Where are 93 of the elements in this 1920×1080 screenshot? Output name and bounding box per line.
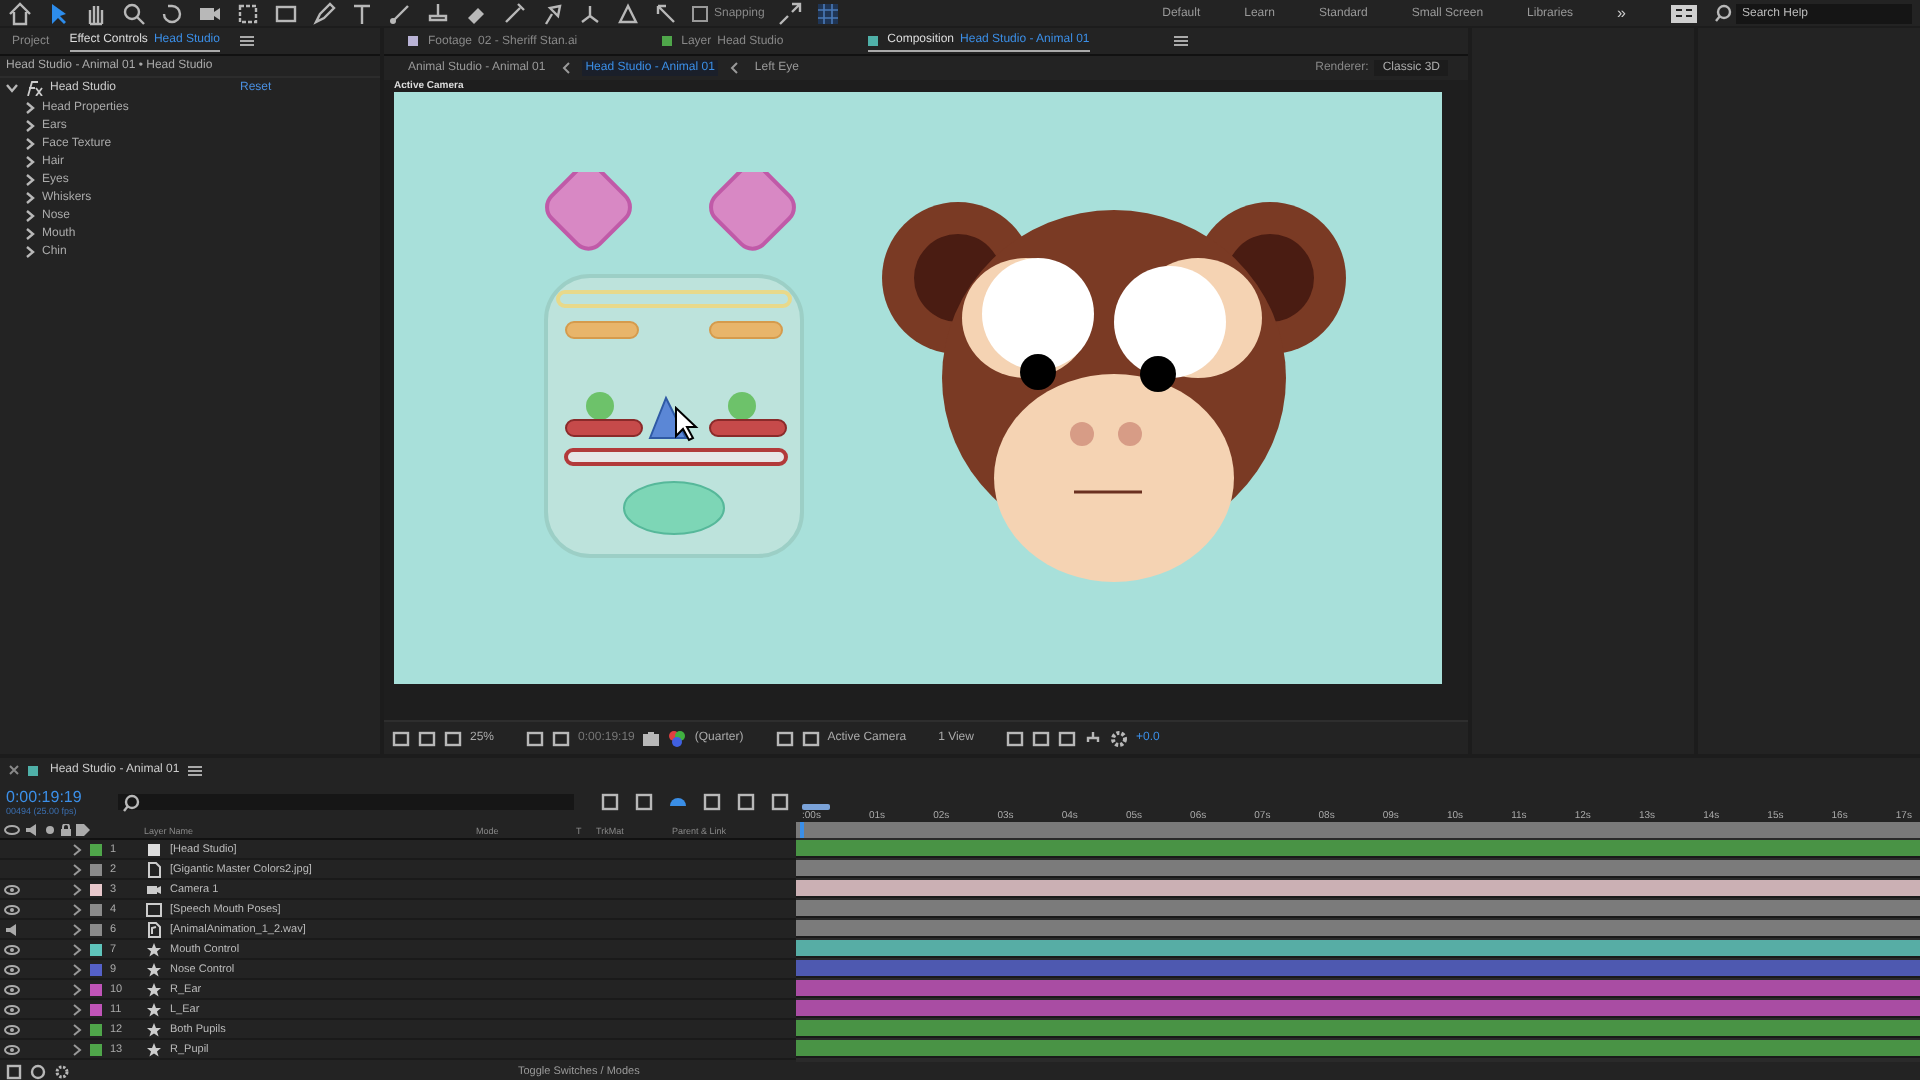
- dashed-square-icon[interactable]: [236, 1, 260, 25]
- dot-icon: [44, 824, 56, 836]
- eye-icon[interactable]: [4, 943, 20, 955]
- caret-right-icon[interactable]: [24, 227, 36, 239]
- caret-right-icon[interactable]: [24, 191, 36, 203]
- label-color-swatch[interactable]: [90, 1023, 102, 1035]
- home-icon[interactable]: [8, 1, 32, 25]
- cursor-icon: [674, 406, 702, 442]
- close-icon[interactable]: [8, 764, 20, 776]
- render-icon[interactable]: [30, 1063, 46, 1079]
- star-icon: [146, 1041, 162, 1057]
- audio-file-icon: [146, 921, 162, 937]
- settings-icon[interactable]: [1109, 729, 1128, 747]
- caret-right-icon[interactable]: [24, 119, 36, 131]
- layer-duration-bar[interactable]: [796, 979, 1920, 995]
- eye-icon[interactable]: [4, 963, 20, 975]
- eye-icon[interactable]: [4, 883, 20, 895]
- eye-icon[interactable]: [4, 983, 20, 995]
- pen-icon[interactable]: [312, 1, 336, 25]
- chevron-left-icon: [730, 62, 739, 74]
- work-area-handle[interactable]: [802, 804, 830, 810]
- label-color-swatch[interactable]: [90, 843, 102, 855]
- label-color-swatch[interactable]: [90, 923, 102, 935]
- caret-right-icon[interactable]: [24, 155, 36, 167]
- layer-duration-bar[interactable]: [796, 899, 1920, 915]
- camera-icon: [146, 881, 162, 897]
- caret-right-icon[interactable]: [24, 209, 36, 221]
- label-color-swatch[interactable]: [90, 943, 102, 955]
- star-icon: [146, 1001, 162, 1017]
- timecode[interactable]: 0:00:19:19: [6, 788, 104, 806]
- label-color-swatch[interactable]: [90, 863, 102, 875]
- label-color-swatch[interactable]: [90, 1003, 102, 1015]
- chevron-left-icon: [561, 62, 570, 74]
- search-icon: [121, 793, 140, 811]
- panel-icon[interactable]: [1670, 3, 1698, 23]
- camera-icon[interactable]: [642, 729, 661, 747]
- caret-right-icon[interactable]: [24, 245, 36, 257]
- layer-duration-bar[interactable]: [796, 879, 1920, 895]
- speaker-icon: [24, 824, 40, 836]
- search-icon[interactable]: [122, 1, 146, 25]
- layer-search-field[interactable]: [117, 794, 574, 810]
- label-color-swatch[interactable]: [90, 1043, 102, 1055]
- star-icon: [146, 961, 162, 977]
- speaker-icon[interactable]: [4, 923, 20, 935]
- label-color-swatch[interactable]: [90, 903, 102, 915]
- shy-icon[interactable]: [668, 792, 688, 812]
- rectangle-icon[interactable]: [274, 1, 298, 25]
- eye-icon[interactable]: [4, 903, 20, 915]
- hand-icon[interactable]: [84, 1, 108, 25]
- switches-icon[interactable]: [6, 1063, 22, 1079]
- arrow-icon[interactable]: [46, 1, 70, 25]
- star-icon: [146, 1021, 162, 1037]
- label-color-swatch[interactable]: [90, 963, 102, 975]
- more-workspaces-button[interactable]: »: [1617, 4, 1626, 22]
- eye-icon[interactable]: [4, 1003, 20, 1015]
- image-file-icon: [146, 861, 162, 877]
- star-icon: [146, 941, 162, 957]
- color-wheel-icon[interactable]: [668, 729, 687, 747]
- layer-duration-bar[interactable]: [796, 1019, 1920, 1035]
- lock-icon: [60, 824, 72, 836]
- settings-icon[interactable]: [54, 1063, 70, 1079]
- eye-icon[interactable]: [4, 1023, 20, 1035]
- caret-right-icon[interactable]: [24, 173, 36, 185]
- eye-icon: [4, 824, 20, 836]
- label-color-swatch[interactable]: [90, 983, 102, 995]
- layer-duration-bar[interactable]: [796, 919, 1920, 935]
- composition-icon: [146, 901, 162, 917]
- rotate-icon[interactable]: [160, 1, 184, 25]
- layer-duration-bar[interactable]: [796, 939, 1920, 955]
- layer-duration-bar[interactable]: [796, 1039, 1920, 1055]
- menu-icon[interactable]: [1173, 34, 1188, 48]
- layer-duration-bar[interactable]: [796, 999, 1920, 1015]
- brush-icon[interactable]: [388, 1, 412, 25]
- effect-icon: [24, 80, 44, 96]
- menu-icon[interactable]: [239, 34, 254, 48]
- solid-icon: [146, 841, 162, 857]
- label-color-swatch[interactable]: [90, 883, 102, 895]
- search-icon: [1714, 4, 1732, 22]
- star-icon: [146, 981, 162, 997]
- flowchart-icon[interactable]: [1083, 729, 1102, 747]
- eye-icon[interactable]: [4, 1043, 20, 1055]
- snapping-checkbox[interactable]: [692, 5, 708, 21]
- layer-duration-bar[interactable]: [796, 839, 1920, 855]
- caret-down-icon[interactable]: [6, 82, 18, 94]
- layer-duration-bar[interactable]: [796, 859, 1920, 875]
- pin-icon[interactable]: [540, 1, 564, 25]
- menu-icon[interactable]: [187, 763, 202, 777]
- roto-brush-icon[interactable]: [502, 1, 526, 25]
- text-icon[interactable]: [350, 1, 374, 25]
- label-icon: [76, 824, 90, 836]
- caret-right-icon[interactable]: [24, 101, 36, 113]
- caret-right-icon[interactable]: [24, 137, 36, 149]
- stamp-icon[interactable]: [426, 1, 450, 25]
